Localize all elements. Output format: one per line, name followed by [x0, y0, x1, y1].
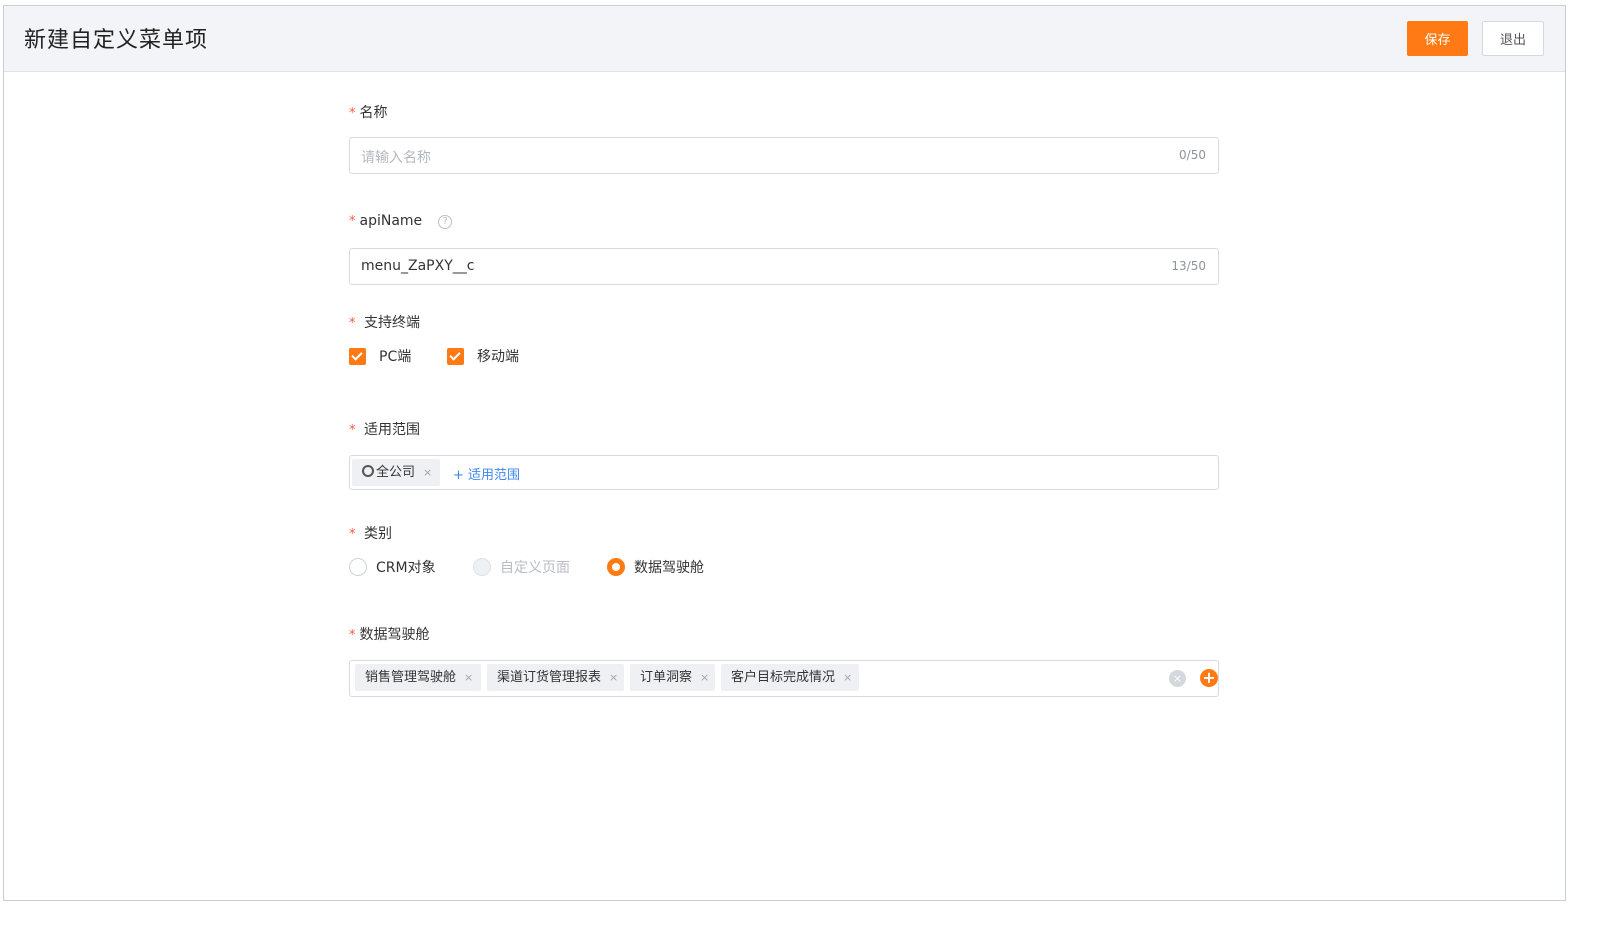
checkbox-mobile[interactable]: 移动端: [447, 346, 547, 366]
terminals-options: PC端 移动端: [349, 346, 649, 366]
save-button[interactable]: 保存: [1407, 21, 1468, 56]
cockpit-selector[interactable]: 销售管理驾驶舱 × 渠道订货管理报表 × 订单洞察 × 客户目标完成情况 × × +: [349, 660, 1219, 697]
name-placeholder: 请输入名称: [361, 150, 431, 166]
clear-circle-icon[interactable]: ×: [1169, 670, 1186, 687]
radio-icon: [349, 558, 367, 576]
tag-remove-icon[interactable]: ×: [700, 671, 709, 684]
required-mark: *: [349, 106, 356, 121]
cockpit-tag: 销售管理驾驶舱 ×: [355, 664, 481, 691]
category-options: CRM对象 自定义页面 数据驾驶舱: [349, 557, 749, 577]
exit-button[interactable]: 退出: [1482, 21, 1544, 56]
radio-crm-object[interactable]: CRM对象: [349, 557, 449, 577]
required-mark: *: [349, 628, 356, 643]
tag-remove-icon[interactable]: ×: [464, 671, 473, 684]
radio-data-cockpit[interactable]: 数据驾驶舱: [607, 557, 727, 577]
category-label: * 类别: [349, 526, 392, 542]
terminals-label: * 支持终端: [349, 315, 420, 331]
required-mark: *: [349, 316, 356, 331]
required-mark: *: [349, 214, 356, 229]
checked-icon: [447, 348, 464, 365]
radio-custom-page: 自定义页面: [473, 557, 583, 577]
page-title: 新建自定义菜单项: [24, 28, 209, 53]
name-input[interactable]: 请输入名称 0/50: [349, 137, 1219, 174]
radio-icon: [473, 558, 491, 576]
scope-label: * 适用范围: [349, 422, 420, 438]
cockpit-tag: 渠道订货管理报表 ×: [487, 664, 624, 691]
checkbox-pc[interactable]: PC端: [349, 346, 439, 366]
tag-remove-icon[interactable]: ×: [609, 671, 618, 684]
name-label: * 名称: [349, 105, 388, 121]
scope-tag: 全公司 ×: [352, 459, 440, 486]
plus-circle-icon[interactable]: +: [1200, 669, 1218, 687]
tag-remove-icon[interactable]: ×: [843, 671, 852, 684]
required-mark: *: [349, 527, 356, 542]
checked-icon: [349, 348, 366, 365]
required-mark: *: [349, 423, 356, 438]
cockpit-tag: 客户目标完成情况 ×: [721, 664, 859, 691]
api-name-char-count: 13/50: [1171, 259, 1206, 273]
add-scope-link[interactable]: + 适用范围: [453, 464, 520, 483]
tag-remove-icon[interactable]: ×: [423, 466, 432, 479]
api-name-label: * apiName?: [349, 213, 453, 229]
scope-selector[interactable]: 全公司 × + 适用范围: [349, 455, 1219, 490]
page-header: 新建自定义菜单项 保存 退出: [4, 6, 1565, 72]
api-name-value: menu_ZaPXY__c: [361, 258, 475, 274]
cockpit-label: * 数据驾驶舱: [349, 627, 430, 643]
api-name-input[interactable]: menu_ZaPXY__c 13/50: [349, 248, 1219, 285]
cockpit-tag: 订单洞察 ×: [630, 664, 715, 691]
radio-selected-icon: [607, 558, 625, 576]
name-char-count: 0/50: [1179, 148, 1206, 162]
dialog-frame: 新建自定义菜单项 保存 退出 * 名称 请输入名称 0/50 * apiName? …: [3, 5, 1566, 901]
circle-icon: [362, 465, 374, 477]
question-circle-icon[interactable]: ?: [438, 215, 453, 229]
